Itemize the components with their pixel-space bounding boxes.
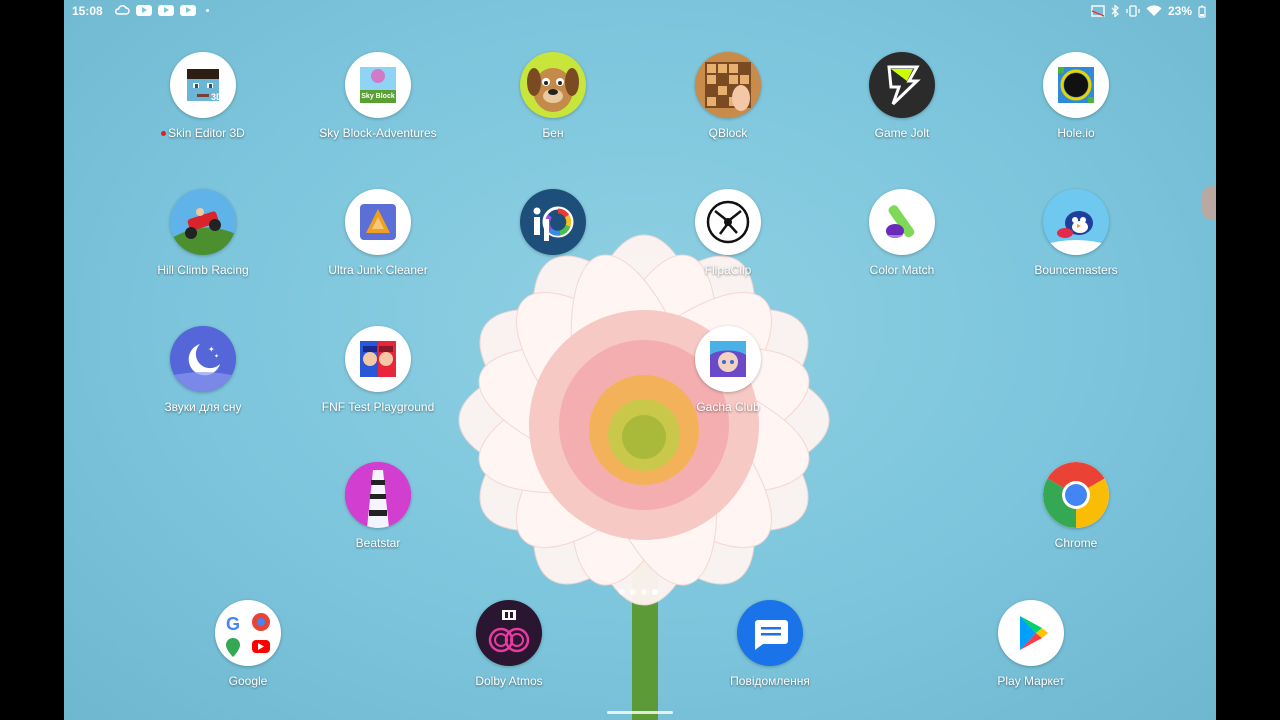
new-badge xyxy=(161,131,167,137)
app-beatstar[interactable]: Beatstar xyxy=(303,462,453,550)
moon-icon: ✦ ✦ xyxy=(170,326,236,392)
play-store-icon xyxy=(998,600,1064,666)
svg-text:3D: 3D xyxy=(211,92,223,102)
app-play-market[interactable]: Play Маркет xyxy=(956,600,1106,688)
app-label: QBlock xyxy=(708,126,748,140)
google-folder-icon: G xyxy=(215,600,281,666)
svg-text:G: G xyxy=(226,614,240,634)
page-dot xyxy=(619,589,625,595)
app-label: Ultra Junk Cleaner xyxy=(328,263,428,277)
dolby-atmos-icon xyxy=(476,600,542,666)
app-gacha-club[interactable]: Gacha Club xyxy=(653,326,803,414)
youtube-icon xyxy=(136,4,152,16)
app-game-jolt[interactable]: Game Jolt xyxy=(827,52,977,140)
app-ibis-paint[interactable] xyxy=(478,189,628,263)
clock: 15:08 xyxy=(72,4,103,18)
ben-dog-icon xyxy=(520,52,586,118)
app-label: Звуки для сну xyxy=(164,400,242,414)
app-flipaclip[interactable]: FlipaClip xyxy=(653,189,803,277)
app-dolby-atmos[interactable]: Dolby Atmos xyxy=(434,600,584,688)
messages-icon xyxy=(737,600,803,666)
app-chrome[interactable]: Chrome xyxy=(1001,462,1151,550)
dot-icon xyxy=(206,8,209,12)
app-label: FNF Test Playground xyxy=(321,400,435,414)
battery-percent: 23% xyxy=(1167,4,1192,18)
hill-climb-racing-icon xyxy=(170,189,236,255)
app-hill-climb-racing[interactable]: Hill Climb Racing xyxy=(128,189,278,277)
qblock-icon xyxy=(695,52,761,118)
app-ben[interactable]: Бен xyxy=(478,52,628,140)
edge-panel-handle[interactable] xyxy=(1202,186,1216,220)
fnf-test-playground-icon xyxy=(345,326,411,392)
page-dot-active xyxy=(652,589,658,595)
status-bar: 15:08 23% xyxy=(64,0,1216,22)
chrome-icon xyxy=(1043,462,1109,528)
ibis-paint-icon xyxy=(520,189,586,255)
page-dot xyxy=(641,589,647,595)
youtube-icon xyxy=(180,4,196,16)
app-label: Game Jolt xyxy=(874,126,930,140)
app-label: Hill Climb Racing xyxy=(157,263,249,277)
app-label: Повідомлення xyxy=(730,674,810,688)
color-match-icon xyxy=(869,189,935,255)
app-label: Skin Editor 3D xyxy=(168,126,245,140)
home-screen: 15:08 23% 3D Skin Editor 3D Sky Block Sk… xyxy=(64,0,1216,720)
sky-block-icon: Sky Block xyxy=(345,52,411,118)
app-label: Bouncemasters xyxy=(1034,263,1118,277)
wifi-icon xyxy=(1146,5,1162,17)
app-label: Gacha Club xyxy=(696,400,760,414)
flipaclip-icon xyxy=(695,189,761,255)
app-label: Sky Block-Adventures xyxy=(319,126,437,140)
app-label: Beatstar xyxy=(355,536,401,550)
svg-text:Sky Block: Sky Block xyxy=(361,93,395,100)
app-label: Dolby Atmos xyxy=(475,674,543,688)
battery-icon xyxy=(1198,5,1206,18)
app-messages[interactable]: Повідомлення xyxy=(695,600,845,688)
gesture-nav-handle[interactable] xyxy=(607,711,673,714)
app-label: Google xyxy=(228,674,268,688)
bouncemasters-icon xyxy=(1043,189,1109,255)
app-label: FlipaClip xyxy=(704,263,752,277)
app-qblock[interactable]: QBlock xyxy=(653,52,803,140)
hole-io-icon xyxy=(1043,52,1109,118)
page-indicator[interactable] xyxy=(619,589,658,595)
app-fnf-test-playground[interactable]: FNF Test Playground xyxy=(303,326,453,414)
vibrate-icon xyxy=(1126,5,1140,17)
cloud-icon xyxy=(115,5,130,15)
page-dot xyxy=(630,589,636,595)
game-jolt-icon xyxy=(869,52,935,118)
app-ultra-junk-cleaner[interactable]: Ultra Junk Cleaner xyxy=(303,189,453,277)
app-color-match[interactable]: Color Match xyxy=(827,189,977,277)
svg-text:✦: ✦ xyxy=(214,353,219,360)
cast-icon xyxy=(1091,5,1105,17)
app-hole-io[interactable]: Hole.io xyxy=(1001,52,1151,140)
app-sky-block-adventures[interactable]: Sky Block Sky Block-Adventures xyxy=(303,52,453,140)
app-label: Chrome xyxy=(1054,536,1098,550)
app-label: Бен xyxy=(542,126,564,140)
gacha-club-icon xyxy=(695,326,761,392)
youtube-icon xyxy=(158,4,174,16)
ultra-junk-cleaner-icon xyxy=(345,189,411,255)
app-google-folder[interactable]: G Google xyxy=(173,600,323,688)
skin-editor-3d-icon: 3D xyxy=(170,52,236,118)
beatstar-icon xyxy=(345,462,411,528)
app-skin-editor-3d[interactable]: 3D Skin Editor 3D xyxy=(128,52,278,140)
bluetooth-icon xyxy=(1111,5,1119,17)
app-label: Color Match xyxy=(869,263,935,277)
app-label: Hole.io xyxy=(1057,126,1095,140)
app-label: Play Маркет xyxy=(997,674,1065,688)
app-bouncemasters[interactable]: Bouncemasters xyxy=(1001,189,1151,277)
app-sleep-sounds[interactable]: ✦ ✦ Звуки для сну xyxy=(128,326,278,414)
